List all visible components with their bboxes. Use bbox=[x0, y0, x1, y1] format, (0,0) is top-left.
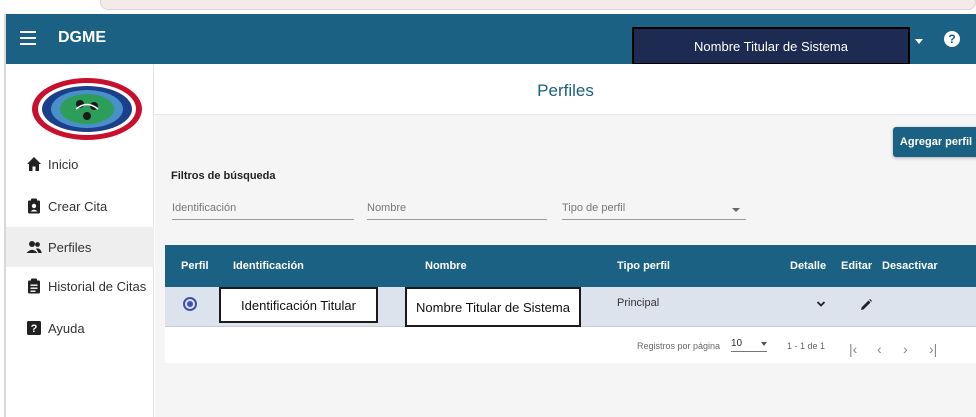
identificacion-filter-input[interactable]: Identificación bbox=[172, 202, 354, 220]
question-square-icon: ? bbox=[27, 321, 41, 335]
dgme-logo bbox=[32, 78, 142, 140]
users-icon bbox=[26, 241, 42, 253]
user-menu-caret-icon[interactable] bbox=[915, 39, 923, 44]
rows-per-page-value: 10 bbox=[731, 338, 743, 349]
browser-chrome bbox=[0, 0, 976, 14]
sidebar-item-label: Ayuda bbox=[48, 320, 85, 336]
browser-address-bar bbox=[100, 0, 976, 10]
help-icon[interactable]: ? bbox=[944, 31, 960, 47]
sidebar: Inicio Crear Cita Perfiles Historial de … bbox=[6, 64, 154, 417]
nombre-placeholder: Nombre bbox=[367, 202, 407, 214]
user-name: Nombre Titular de Sistema bbox=[694, 38, 848, 54]
next-page-icon[interactable]: › bbox=[903, 341, 908, 357]
nombre-cell: Nombre Titular de Sistema bbox=[405, 287, 581, 327]
rows-per-page-label: Registros por página bbox=[637, 341, 721, 351]
app-title: DGME bbox=[58, 29, 106, 46]
sidebar-item-label: Historial de Citas bbox=[48, 278, 147, 294]
table-row[interactable]: Identificación Titular Nombre Titular de… bbox=[165, 287, 976, 327]
sidebar-item-label: Crear Cita bbox=[48, 198, 108, 214]
sidebar-item-label: Inicio bbox=[48, 156, 79, 172]
profiles-table: Perfil Identificación Nombre Tipo perfil… bbox=[165, 245, 976, 363]
sidebar-item-label: Perfiles bbox=[48, 239, 92, 255]
column-header-identificacion: Identificación bbox=[233, 260, 304, 272]
svg-text:?: ? bbox=[31, 323, 38, 335]
sidebar-item-crear-cita[interactable]: Crear Cita bbox=[6, 186, 154, 226]
hamburger-menu-icon[interactable] bbox=[20, 31, 36, 45]
filters-heading: Filtros de búsqueda bbox=[171, 170, 276, 182]
rows-per-page-select[interactable]: 10 bbox=[731, 338, 767, 352]
profile-radio-button[interactable] bbox=[183, 297, 197, 311]
tipo-perfil-value: Principal bbox=[617, 297, 660, 309]
main-content: Perfiles Agregar perfil Filtros de búsqu… bbox=[155, 64, 976, 417]
user-name-box[interactable]: Nombre Titular de Sistema bbox=[632, 27, 910, 65]
table-pagination: Registros por página 10 1 - 1 de 1 |‹ ‹ … bbox=[165, 327, 976, 363]
sidebar-item-ayuda[interactable]: ? Ayuda bbox=[6, 308, 154, 348]
app-bar: DGME Nombre Titular de Sistema ? bbox=[6, 14, 976, 65]
tipo-perfil-select[interactable]: Tipo de perfil bbox=[562, 202, 746, 220]
clipboard-list-icon bbox=[28, 278, 40, 294]
identificacion-cell: Identificación Titular bbox=[219, 287, 378, 323]
column-header-perfil: Perfil bbox=[181, 260, 209, 272]
column-header-detalle: Detalle bbox=[790, 260, 827, 272]
column-header-desactivar: Desactivar bbox=[882, 260, 938, 272]
app-window: DGME Nombre Titular de Sistema ? Inicio bbox=[0, 0, 976, 417]
last-page-icon[interactable]: ›| bbox=[929, 341, 937, 357]
home-icon bbox=[27, 157, 41, 171]
sidebar-item-perfiles[interactable]: Perfiles bbox=[6, 227, 154, 267]
pagination-range: 1 - 1 de 1 bbox=[787, 341, 826, 351]
column-header-nombre: Nombre bbox=[425, 260, 467, 272]
identificacion-placeholder: Identificación bbox=[172, 202, 237, 214]
expand-detail-chevron-icon[interactable] bbox=[816, 299, 826, 309]
identificacion-value: Identificación Titular bbox=[241, 297, 356, 313]
column-header-editar: Editar bbox=[841, 260, 873, 272]
edit-pencil-icon[interactable] bbox=[859, 298, 873, 312]
first-page-icon[interactable]: |‹ bbox=[849, 341, 857, 357]
page-title: Perfiles bbox=[155, 64, 976, 115]
nombre-filter-input[interactable]: Nombre bbox=[367, 202, 547, 220]
sidebar-item-historial-de-citas[interactable]: Historial de Citas bbox=[6, 266, 154, 306]
previous-page-icon[interactable]: ‹ bbox=[877, 341, 882, 357]
clipboard-icon bbox=[28, 198, 40, 214]
sidebar-item-inicio[interactable]: Inicio bbox=[6, 144, 154, 184]
column-header-tipo-perfil: Tipo perfil bbox=[617, 260, 670, 272]
tipo-perfil-placeholder: Tipo de perfil bbox=[562, 202, 626, 214]
nombre-value: Nombre Titular de Sistema bbox=[416, 299, 570, 315]
chevron-down-icon bbox=[732, 208, 740, 212]
table-header: Perfil Identificación Nombre Tipo perfil… bbox=[165, 245, 976, 287]
chevron-down-icon bbox=[761, 342, 767, 346]
add-profile-button[interactable]: Agregar perfil bbox=[893, 127, 976, 157]
